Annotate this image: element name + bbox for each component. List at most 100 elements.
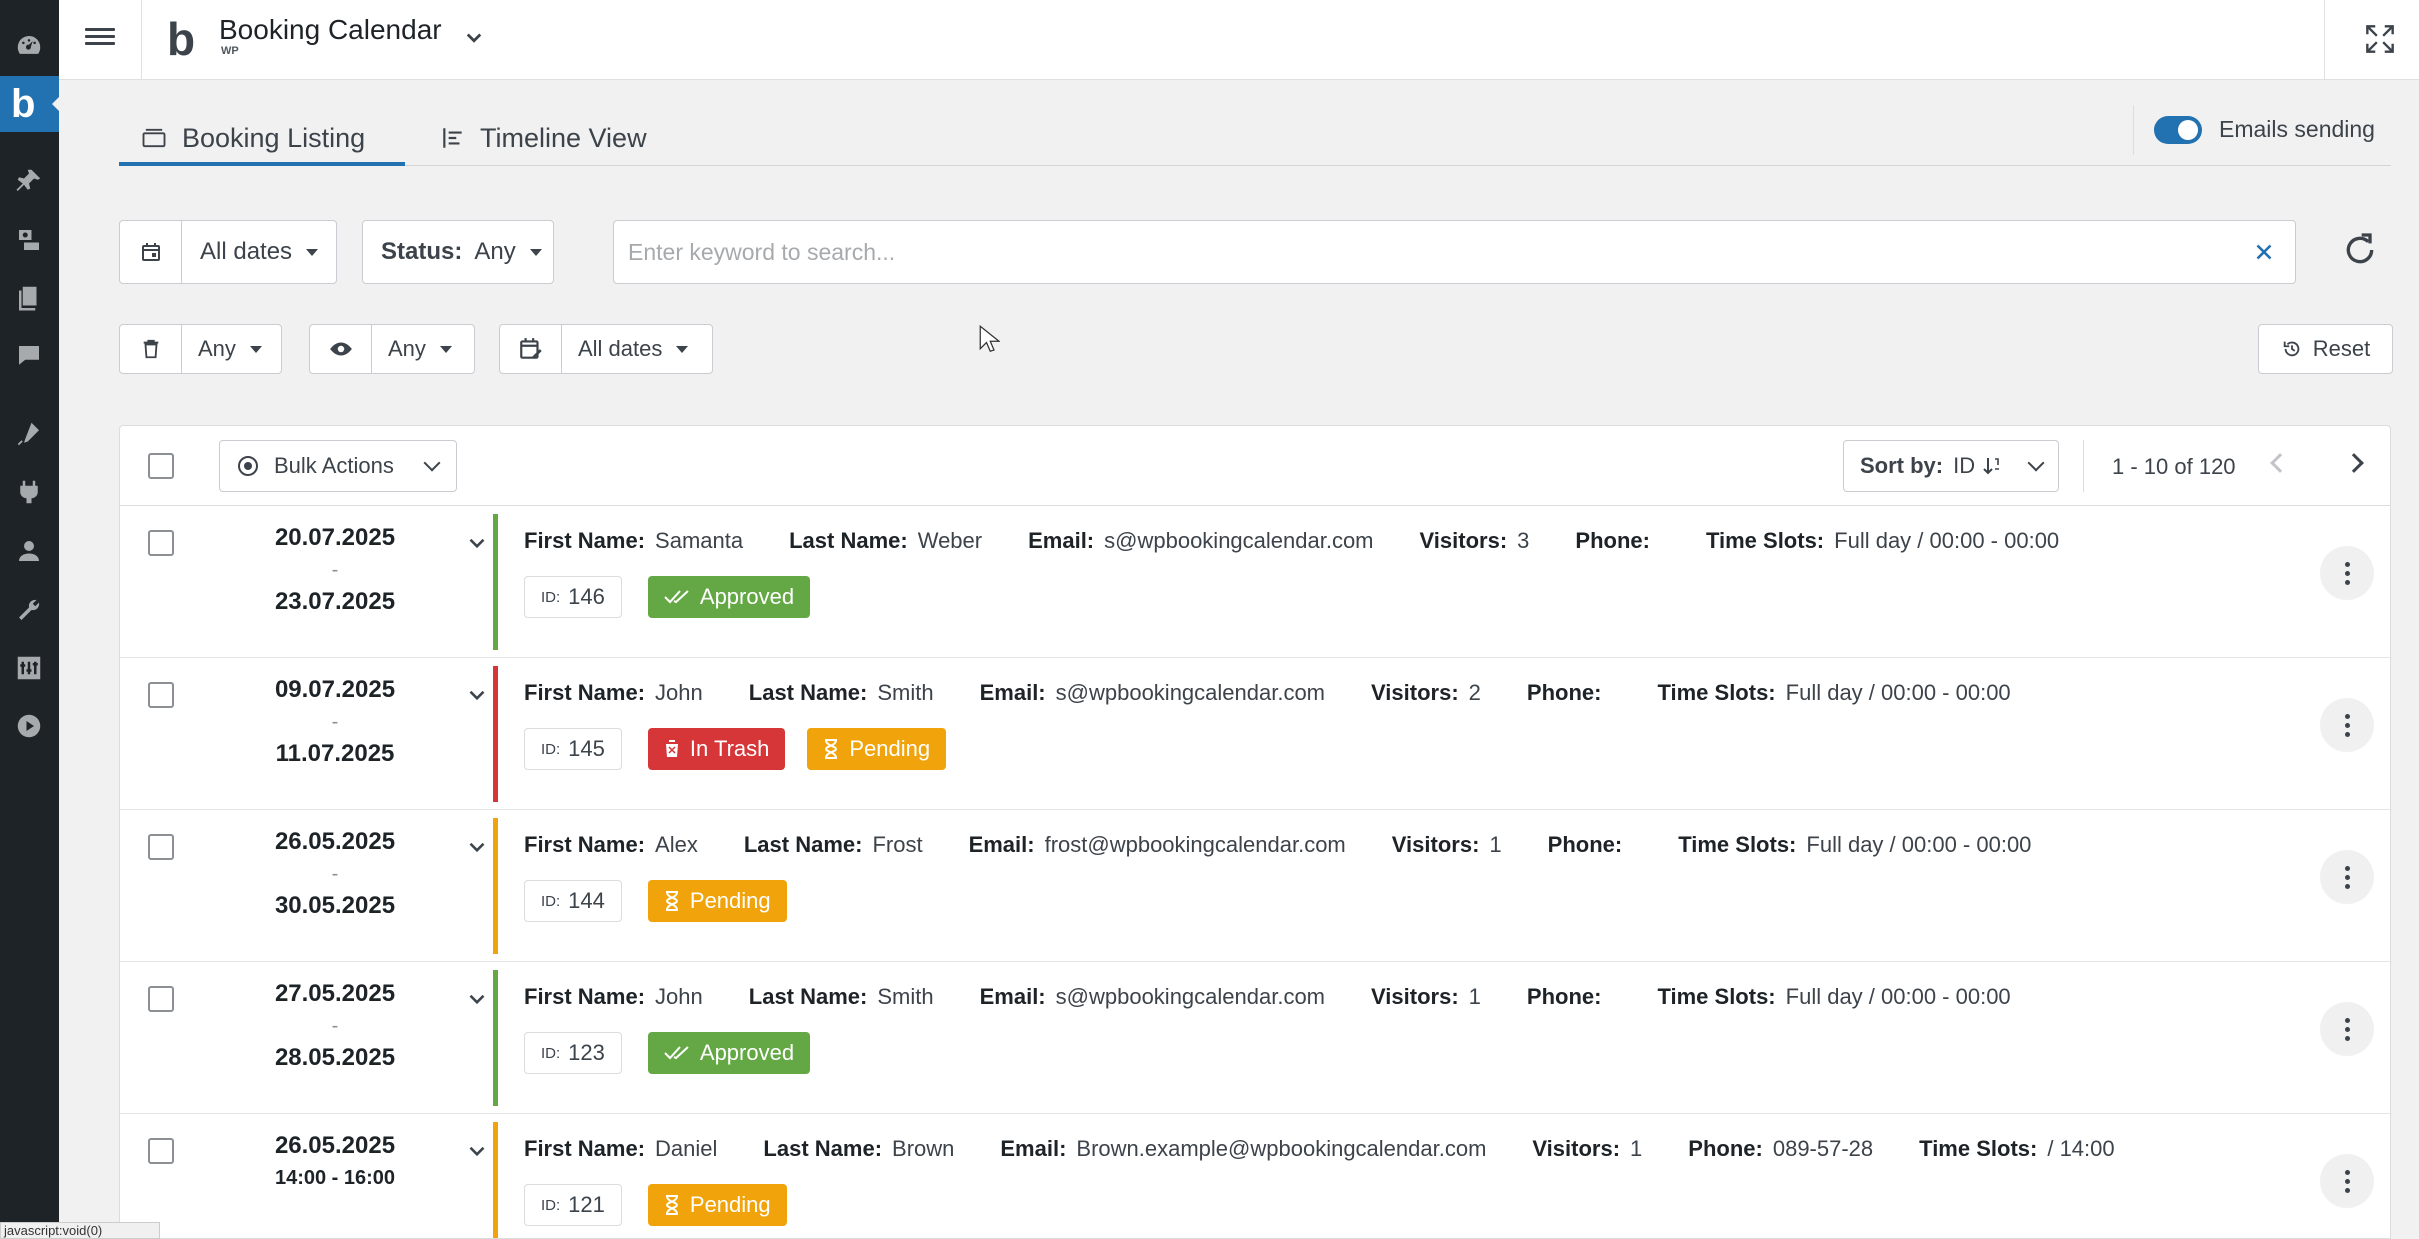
row-checkbox[interactable] <box>148 986 174 1012</box>
time-slots-label: Time Slots: <box>1705 528 1825 553</box>
listing-icon <box>142 128 166 148</box>
tab-booking-listing-label: Booking Listing <box>182 122 366 153</box>
sort-by-dropdown[interactable]: Sort by: ID <box>1843 440 2059 492</box>
visitors-value: 1 <box>1630 1136 1643 1161</box>
users-icon[interactable] <box>13 535 45 567</box>
reset-button[interactable]: Reset <box>2258 324 2393 374</box>
pending-badge: Pending <box>807 728 947 770</box>
last-name-label: Last Name: <box>763 1136 883 1161</box>
row-checkbox[interactable] <box>148 1138 174 1164</box>
expand-chevron-icon[interactable] <box>464 1138 490 1164</box>
row-actions-menu-icon[interactable] <box>2320 1154 2374 1208</box>
date-range-dash: - <box>331 559 339 581</box>
first-name-label: First Name: <box>524 1136 646 1161</box>
email-label: Email: <box>979 680 1046 705</box>
plugins-icon[interactable] <box>13 476 45 508</box>
row-actions-menu-icon[interactable] <box>2320 698 2374 752</box>
trash-x-icon <box>664 740 690 758</box>
booking-badges: ID: 123 Approved <box>524 1032 832 1074</box>
phone-label: Phone: <box>1526 680 1602 705</box>
pin-icon[interactable] <box>13 165 45 197</box>
status-badge-label: In Trash <box>689 736 770 761</box>
booking-dates-filter[interactable]: All dates <box>119 220 337 284</box>
comments-icon[interactable] <box>13 340 45 372</box>
booking-row[interactable]: 20.07.2025 - 23.07.2025 First Name: Samanta L… <box>120 506 2390 658</box>
plugin-header: b Booking Calendar WP <box>59 0 2419 80</box>
row-actions-menu-icon[interactable] <box>2320 546 2374 600</box>
booking-row[interactable]: 09.07.2025 - 11.07.2025 First Name: John Last… <box>120 658 2390 810</box>
chevron-down-icon <box>2027 454 2045 472</box>
booking-fields: First Name: John Last Name: Smith Email: s@wp… <box>524 984 2011 1010</box>
booking-id-value: 121 <box>568 1192 605 1217</box>
media-play-icon[interactable] <box>13 710 45 742</box>
row-actions-menu-icon[interactable] <box>2320 1002 2374 1056</box>
emails-sending-toggle[interactable] <box>2154 116 2202 144</box>
browser-status-bar: javascript:void(0) <box>0 1222 160 1239</box>
row-checkbox[interactable] <box>148 682 174 708</box>
time-slots-label: Time Slots: <box>1919 1136 2038 1161</box>
expand-chevron-icon[interactable] <box>464 986 490 1012</box>
caret-down-icon <box>306 248 319 256</box>
brand-title[interactable]: Booking Calendar <box>219 14 442 46</box>
read-status-filter[interactable]: Any <box>309 324 475 374</box>
booking-badges: ID: 121 Pending <box>524 1184 809 1226</box>
brand-chevron-down-icon[interactable] <box>459 22 489 52</box>
expand-chevron-icon[interactable] <box>464 834 490 860</box>
next-page-icon[interactable] <box>2344 453 2364 473</box>
booking-row[interactable]: 26.05.2025 - 30.05.2025 First Name: Alex Last… <box>120 810 2390 962</box>
booking-id-value: 145 <box>568 736 605 761</box>
booking-dates: 20.07.2025 - 23.07.2025 <box>250 524 420 616</box>
status-color-bar <box>493 514 498 650</box>
status-filter-value: Any <box>474 238 516 265</box>
phone-label: Phone: <box>1526 984 1602 1009</box>
refresh-icon[interactable] <box>2340 230 2380 270</box>
time-slots-label: Time Slots: <box>1657 984 1776 1009</box>
trash-filter[interactable]: Any <box>119 324 282 374</box>
row-checkbox[interactable] <box>148 834 174 860</box>
search-input[interactable] <box>628 238 2208 266</box>
calendar-icon <box>120 221 182 283</box>
expand-chevron-icon[interactable] <box>464 682 490 708</box>
bulk-actions-dropdown[interactable]: Bulk Actions <box>219 440 457 492</box>
booking-calendar-menu[interactable]: b <box>0 76 60 132</box>
booking-id: ID: 145 <box>524 728 622 770</box>
last-name-value: Smith <box>877 680 934 705</box>
first-name-value: Samanta <box>655 528 744 553</box>
row-actions-menu-icon[interactable] <box>2320 850 2374 904</box>
time-slots-value: Full day / 00:00 - 00:00 <box>1806 832 2032 857</box>
dashboard-icon[interactable] <box>13 30 45 62</box>
hamburger-menu-icon[interactable] <box>85 24 115 54</box>
creation-dates-filter[interactable]: All dates <box>499 324 713 374</box>
status-badge-label: Approved <box>699 584 795 609</box>
media-icon[interactable] <box>13 224 45 256</box>
tab-timeline-view[interactable]: Timeline View <box>440 110 647 166</box>
chevron-down-icon <box>423 454 441 472</box>
tools-icon[interactable] <box>13 594 45 626</box>
reset-label: Reset <box>2312 336 2371 361</box>
booking-row[interactable]: 26.05.2025 14:00 - 16:00 First Name: Daniel… <box>120 1114 2390 1238</box>
previous-page-icon[interactable] <box>2270 453 2290 473</box>
row-checkbox[interactable] <box>148 530 174 556</box>
pagination-info: 1 - 10 of 120 <box>2112 454 2236 479</box>
booking-fields: First Name: John Last Name: Smith Email: s@wp… <box>524 680 2011 706</box>
status-badge-label: Pending <box>849 736 931 761</box>
expand-chevron-icon[interactable] <box>464 530 490 556</box>
fullscreen-icon[interactable] <box>2361 20 2399 58</box>
settings-icon[interactable] <box>13 652 45 684</box>
visitors-label: Visitors: <box>1419 528 1508 553</box>
sort-desc-icon <box>1983 458 2000 475</box>
email-label: Email: <box>979 984 1046 1009</box>
tab-booking-listing[interactable]: Booking Listing <box>140 110 365 166</box>
booking-row[interactable]: 27.05.2025 - 28.05.2025 First Name: John Last… <box>120 962 2390 1114</box>
brand-subtitle: WP <box>221 45 239 57</box>
appearance-icon[interactable] <box>13 418 45 450</box>
select-all-checkbox[interactable] <box>148 453 174 479</box>
first-name-label: First Name: <box>524 832 646 857</box>
email-label: Email: <box>1000 1136 1067 1161</box>
status-filter[interactable]: Status: Any <box>362 220 554 284</box>
visitors-value: 2 <box>1468 680 1481 705</box>
clear-search-icon[interactable] <box>2251 239 2277 265</box>
pages-icon[interactable] <box>13 282 45 314</box>
booking-start-date: 26.05.2025 <box>274 1132 396 1159</box>
booking-end-date: 23.07.2025 <box>274 588 396 615</box>
